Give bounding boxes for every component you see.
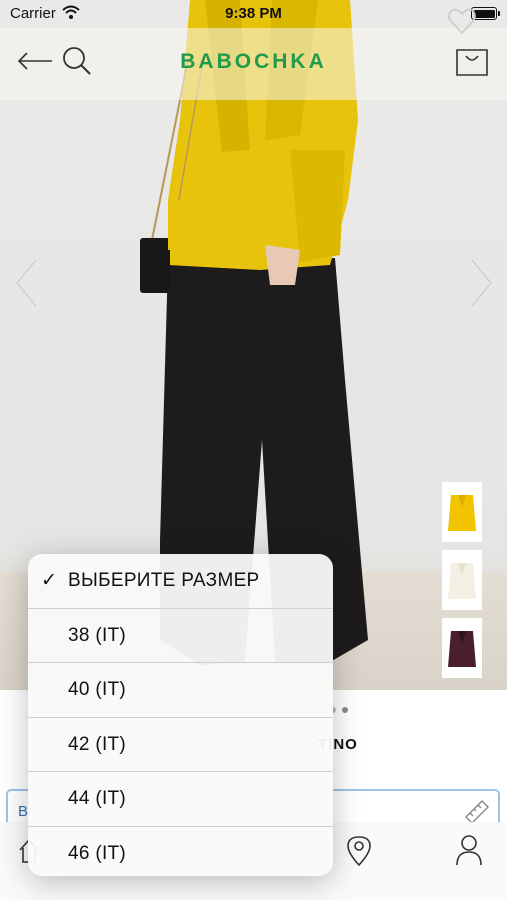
size-option-38[interactable]: 38 (IT) [28,609,333,663]
color-swatch-cream[interactable] [442,550,482,610]
size-option-label: 40 (IT) [68,679,127,700]
status-bar: Carrier 9:38 PM [0,0,507,28]
color-swatch-yellow[interactable] [442,482,482,542]
size-option-label: ВЫБЕРИТЕ РАЗМЕР [68,570,260,591]
carousel-page-dots [330,700,354,718]
size-option-label: 42 (IT) [68,733,127,755]
size-option-label: 38 (IT) [68,624,127,646]
size-option-label: 46 (IT) [68,842,127,864]
clock: 9:38 PM [225,5,282,22]
size-option-label: 44 (IT) [68,788,127,809]
size-option-44[interactable]: 44 (IT) [28,772,333,827]
size-dropdown-menu: ✓ ВЫБЕРИТЕ РАЗМЕР 38 (IT) 40 (IT) 42 (IT… [28,554,333,876]
person-icon[interactable] [455,834,483,866]
size-option-placeholder[interactable]: ✓ ВЫБЕРИТЕ РАЗМЕР [28,554,333,609]
map-pin-icon[interactable] [346,835,372,867]
brand-logo[interactable]: BABOCHKA [0,50,507,74]
color-swatch-burgundy[interactable] [442,618,482,678]
chevron-left-icon[interactable] [14,258,38,308]
size-option-46[interactable]: 46 (IT) [28,827,333,877]
size-option-40[interactable]: 40 (IT) [28,663,333,718]
size-field-text: В [18,803,29,820]
page-dot [342,707,348,713]
chevron-right-icon[interactable] [470,258,494,308]
size-option-42[interactable]: 42 (IT) [28,718,333,772]
shopping-bag-icon[interactable] [454,42,490,78]
checkmark-icon: ✓ [41,570,58,591]
heart-icon[interactable] [447,6,477,36]
